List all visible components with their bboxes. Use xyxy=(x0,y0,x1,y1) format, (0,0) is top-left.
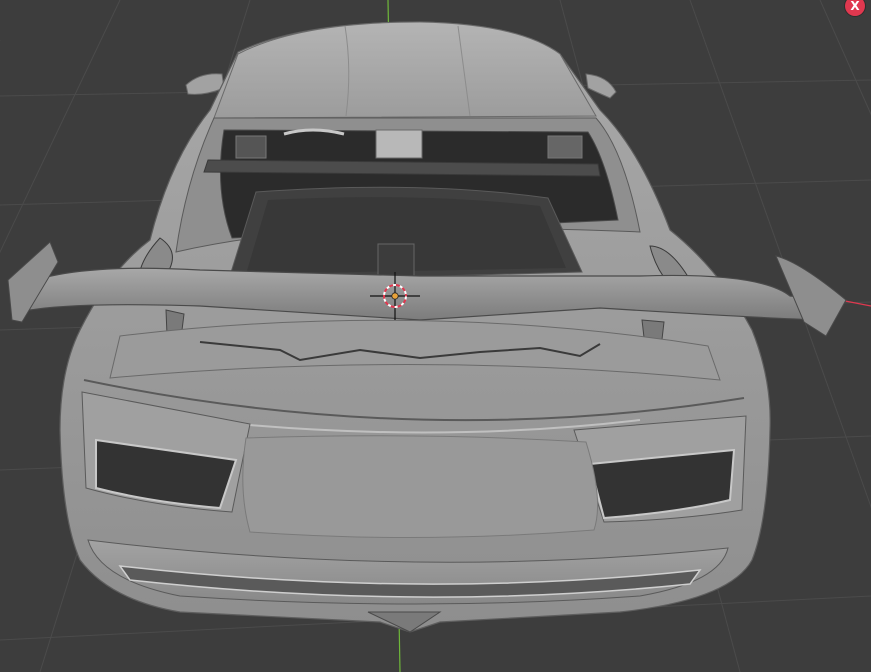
left-mirror xyxy=(185,73,225,95)
trunk-latch xyxy=(377,243,415,277)
3d-viewport[interactable]: X xyxy=(0,0,871,672)
license-plate-recess xyxy=(242,435,599,539)
car-model[interactable] xyxy=(7,21,847,633)
object-origin-dot xyxy=(391,292,399,300)
car-roof xyxy=(213,21,597,119)
viewport-scene[interactable] xyxy=(0,0,871,672)
right-mirror xyxy=(585,73,617,99)
